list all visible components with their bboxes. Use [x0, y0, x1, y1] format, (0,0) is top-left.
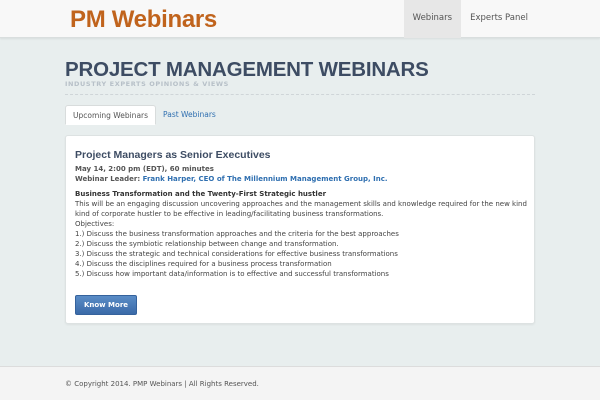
- objective-item: 1.) Discuss the business transformation …: [75, 230, 399, 238]
- tab-past-webinars[interactable]: Past Webinars: [156, 105, 223, 125]
- objectives-label: Objectives:: [75, 220, 115, 228]
- copyright-text: © Copyright 2014. PMP Webinars | All Rig…: [65, 380, 259, 388]
- webinar-leader: Webinar Leader: Frank Harper, CEO of The…: [75, 175, 388, 184]
- top-navbar: PM Webinars Webinars Experts Panel: [0, 0, 600, 38]
- webinar-card: Project Managers as Senior Executives Ma…: [65, 135, 535, 324]
- know-more-button[interactable]: Know More: [75, 295, 137, 315]
- webinar-description: This will be an engaging discussion unco…: [75, 200, 527, 218]
- nav-item-webinars[interactable]: Webinars: [403, 0, 462, 38]
- webinar-tabs: Upcoming Webinars Past Webinars: [65, 105, 223, 125]
- main-nav: Webinars Experts Panel: [403, 0, 600, 38]
- nav-item-experts-panel[interactable]: Experts Panel: [461, 0, 600, 38]
- objective-item: 2.) Discuss the symbiotic relationship b…: [75, 240, 339, 248]
- objective-item: 5.) Discuss how important data/informati…: [75, 270, 389, 278]
- webinar-date: May 14, 2:00 pm (EDT), 60 minutes: [75, 165, 214, 173]
- brand-logo[interactable]: PM Webinars: [70, 6, 217, 34]
- webinar-title: Project Managers as Senior Executives: [75, 149, 271, 161]
- page-subtitle: INDUSTRY EXPERTS OPINIONS & VIEWS: [65, 80, 229, 88]
- title-divider: [65, 94, 535, 95]
- objective-item: 3.) Discuss the strategic and technical …: [75, 250, 398, 258]
- webinar-leader-name[interactable]: Frank Harper, CEO of The Millennium Mana…: [143, 175, 388, 183]
- page-title: PROJECT MANAGEMENT WEBINARS: [65, 58, 429, 81]
- objective-item: 4.) Discuss the disciplines required for…: [75, 260, 332, 268]
- footer: © Copyright 2014. PMP Webinars | All Rig…: [0, 366, 600, 400]
- webinar-leader-label: Webinar Leader:: [75, 175, 143, 183]
- webinar-subtitle: Business Transformation and the Twenty-F…: [75, 190, 327, 198]
- tab-upcoming-webinars[interactable]: Upcoming Webinars: [65, 105, 157, 125]
